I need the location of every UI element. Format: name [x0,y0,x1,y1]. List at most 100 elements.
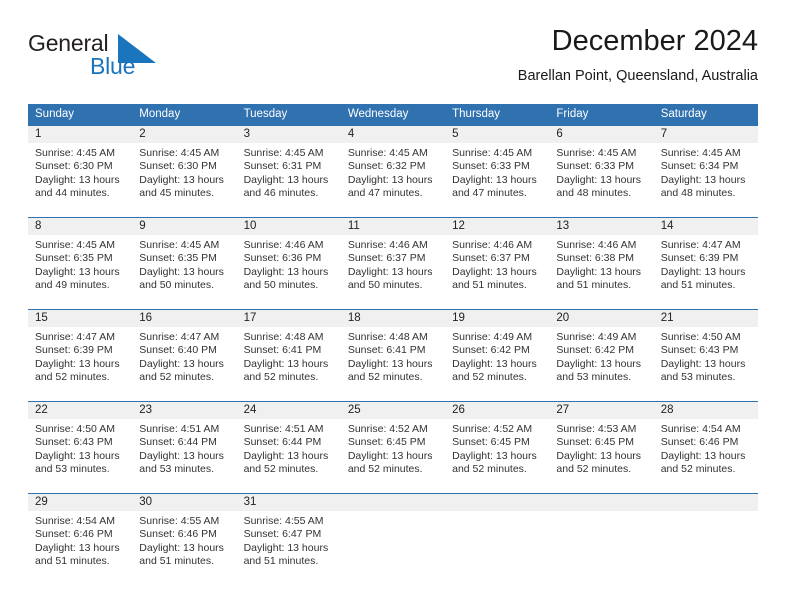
daylight-text-line2: and 52 minutes. [347,371,423,384]
day-cell[interactable]: 9 Sunrise: 4:45 AM Sunset: 6:35 PM Dayli… [132,218,237,309]
day-cell[interactable]: 28 Sunrise: 4:54 AM Sunset: 6:46 PM Dayl… [653,402,758,493]
day-cell[interactable]: 17 Sunrise: 4:48 AM Sunset: 6:41 PM Dayl… [236,310,341,401]
day-details: Sunrise: 4:55 AM Sunset: 6:46 PM Dayligh… [132,511,236,569]
day-number [549,494,654,511]
daylight-text-line2: and 50 minutes. [347,279,423,292]
daylight-text-line1: Daylight: 13 hours [243,357,329,370]
day-number: 1 [28,126,133,143]
brand-logo[interactable]: General Blue [28,30,178,86]
day-details: Sunrise: 4:51 AM Sunset: 6:44 PM Dayligh… [237,419,341,477]
daylight-text-line1: Daylight: 13 hours [35,357,120,370]
day-details: Sunrise: 4:50 AM Sunset: 6:43 PM Dayligh… [654,327,758,385]
day-details: Sunrise: 4:46 AM Sunset: 6:38 PM Dayligh… [549,235,653,293]
sunrise-text: Sunrise: 4:46 AM [452,239,533,251]
day-number: 23 [132,402,237,419]
day-details: Sunrise: 4:52 AM Sunset: 6:45 PM Dayligh… [445,419,549,477]
day-number: 17 [236,310,341,327]
calendar-page: General Blue December 2024 Barellan Poin… [0,0,792,612]
daylight-text-line2: and 53 minutes. [35,463,110,476]
sunrise-text: Sunrise: 4:49 AM [556,331,637,343]
daylight-text-line2: and 52 minutes. [347,463,423,476]
day-number: 31 [236,494,341,511]
day-cell[interactable]: 31 Sunrise: 4:55 AM Sunset: 6:47 PM Dayl… [236,494,341,585]
day-cell[interactable]: 26 Sunrise: 4:52 AM Sunset: 6:45 PM Dayl… [445,402,550,493]
daylight-text-line1: Daylight: 13 hours [243,173,329,186]
day-cell[interactable]: 18 Sunrise: 4:48 AM Sunset: 6:41 PM Dayl… [340,310,446,401]
day-cell[interactable]: 14 Sunrise: 4:47 AM Sunset: 6:39 PM Dayl… [653,218,758,309]
brand-name-blue: Blue [90,53,136,79]
day-details: Sunrise: 4:45 AM Sunset: 6:33 PM Dayligh… [549,143,653,201]
daylight-text-line2: and 45 minutes. [139,187,214,200]
day-number: 22 [28,402,133,419]
day-details: Sunrise: 4:45 AM Sunset: 6:30 PM Dayligh… [132,143,236,201]
daylight-text-line2: and 52 minutes. [452,371,527,384]
sunrise-text: Sunrise: 4:45 AM [452,147,533,159]
daylight-text-line2: and 50 minutes. [243,279,319,292]
calendar-week-row: 1 Sunrise: 4:45 AM Sunset: 6:30 PM Dayli… [28,125,758,217]
sunset-text: Sunset: 6:38 PM [556,252,635,265]
daylight-text-line1: Daylight: 13 hours [556,265,642,278]
weekday-header-monday: Monday [139,108,181,120]
day-cell[interactable]: 5 Sunrise: 4:45 AM Sunset: 6:33 PM Dayli… [445,126,550,217]
day-details: Sunrise: 4:46 AM Sunset: 6:37 PM Dayligh… [341,235,445,293]
day-cell[interactable]: 22 Sunrise: 4:50 AM Sunset: 6:43 PM Dayl… [28,402,133,493]
sunset-text: Sunset: 6:44 PM [243,436,322,449]
day-number: 15 [28,310,133,327]
daylight-text-line1: Daylight: 13 hours [556,357,642,370]
sunrise-text: Sunrise: 4:45 AM [347,147,428,159]
day-cell[interactable]: 12 Sunrise: 4:46 AM Sunset: 6:37 PM Dayl… [445,218,550,309]
daylight-text-line1: Daylight: 13 hours [660,357,746,370]
sunrise-text: Sunrise: 4:46 AM [556,239,637,251]
day-details: Sunrise: 4:50 AM Sunset: 6:43 PM Dayligh… [28,419,132,477]
day-cell[interactable]: 21 Sunrise: 4:50 AM Sunset: 6:43 PM Dayl… [653,310,758,401]
day-number: 7 [653,126,758,143]
day-cell[interactable]: 6 Sunrise: 4:45 AM Sunset: 6:33 PM Dayli… [549,126,654,217]
day-number: 11 [340,218,446,235]
daylight-text-line1: Daylight: 13 hours [139,541,224,554]
day-cell[interactable]: 20 Sunrise: 4:49 AM Sunset: 6:42 PM Dayl… [549,310,654,401]
day-cell[interactable]: 15 Sunrise: 4:47 AM Sunset: 6:39 PM Dayl… [28,310,133,401]
day-cell[interactable]: 7 Sunrise: 4:45 AM Sunset: 6:34 PM Dayli… [653,126,758,217]
day-cell[interactable]: 29 Sunrise: 4:54 AM Sunset: 6:46 PM Dayl… [28,494,133,585]
sunrise-text: Sunrise: 4:45 AM [139,239,220,251]
daylight-text-line2: and 53 minutes. [660,371,736,384]
day-details: Sunrise: 4:48 AM Sunset: 6:41 PM Dayligh… [341,327,445,385]
day-cell[interactable]: 3 Sunrise: 4:45 AM Sunset: 6:31 PM Dayli… [236,126,341,217]
sunset-text: Sunset: 6:34 PM [660,160,739,173]
sunrise-text: Sunrise: 4:48 AM [243,331,324,343]
daylight-text-line2: and 51 minutes. [35,555,110,568]
daylight-text-line1: Daylight: 13 hours [347,173,433,186]
day-cell[interactable]: 2 Sunrise: 4:45 AM Sunset: 6:30 PM Dayli… [132,126,237,217]
day-cell[interactable]: 4 Sunrise: 4:45 AM Sunset: 6:32 PM Dayli… [340,126,446,217]
sunset-text: Sunset: 6:47 PM [243,528,322,541]
day-cell[interactable]: 11 Sunrise: 4:46 AM Sunset: 6:37 PM Dayl… [340,218,446,309]
sunrise-text: Sunrise: 4:47 AM [660,239,741,251]
day-number: 18 [340,310,446,327]
calendar-week-row: 8 Sunrise: 4:45 AM Sunset: 6:35 PM Dayli… [28,217,758,309]
day-cell[interactable]: 10 Sunrise: 4:46 AM Sunset: 6:36 PM Dayl… [236,218,341,309]
day-number: 13 [549,218,654,235]
daylight-text-line1: Daylight: 13 hours [452,173,537,186]
day-cell[interactable]: 23 Sunrise: 4:51 AM Sunset: 6:44 PM Dayl… [132,402,237,493]
sunrise-text: Sunrise: 4:53 AM [556,423,637,435]
day-details: Sunrise: 4:51 AM Sunset: 6:44 PM Dayligh… [132,419,236,477]
day-cell[interactable]: 19 Sunrise: 4:49 AM Sunset: 6:42 PM Dayl… [445,310,550,401]
weekday-header-saturday: Saturday [660,108,707,120]
daylight-text-line1: Daylight: 13 hours [556,449,642,462]
sunset-text: Sunset: 6:39 PM [35,344,113,357]
day-details: Sunrise: 4:54 AM Sunset: 6:46 PM Dayligh… [28,511,132,569]
day-details: Sunrise: 4:45 AM Sunset: 6:30 PM Dayligh… [28,143,132,201]
day-cell[interactable]: 30 Sunrise: 4:55 AM Sunset: 6:46 PM Dayl… [132,494,237,585]
day-cell[interactable]: 13 Sunrise: 4:46 AM Sunset: 6:38 PM Dayl… [549,218,654,309]
day-cell[interactable]: 1 Sunrise: 4:45 AM Sunset: 6:30 PM Dayli… [28,126,133,217]
sunset-text: Sunset: 6:30 PM [35,160,113,173]
sunrise-text: Sunrise: 4:54 AM [35,515,115,527]
daylight-text-line2: and 48 minutes. [660,187,736,200]
day-cell[interactable]: 27 Sunrise: 4:53 AM Sunset: 6:45 PM Dayl… [549,402,654,493]
sunrise-text: Sunrise: 4:45 AM [660,147,741,159]
day-cell[interactable]: 8 Sunrise: 4:45 AM Sunset: 6:35 PM Dayli… [28,218,133,309]
day-cell[interactable]: 25 Sunrise: 4:52 AM Sunset: 6:45 PM Dayl… [340,402,446,493]
day-cell[interactable]: 16 Sunrise: 4:47 AM Sunset: 6:40 PM Dayl… [132,310,237,401]
day-cell[interactable]: 24 Sunrise: 4:51 AM Sunset: 6:44 PM Dayl… [236,402,341,493]
day-number: 24 [236,402,341,419]
